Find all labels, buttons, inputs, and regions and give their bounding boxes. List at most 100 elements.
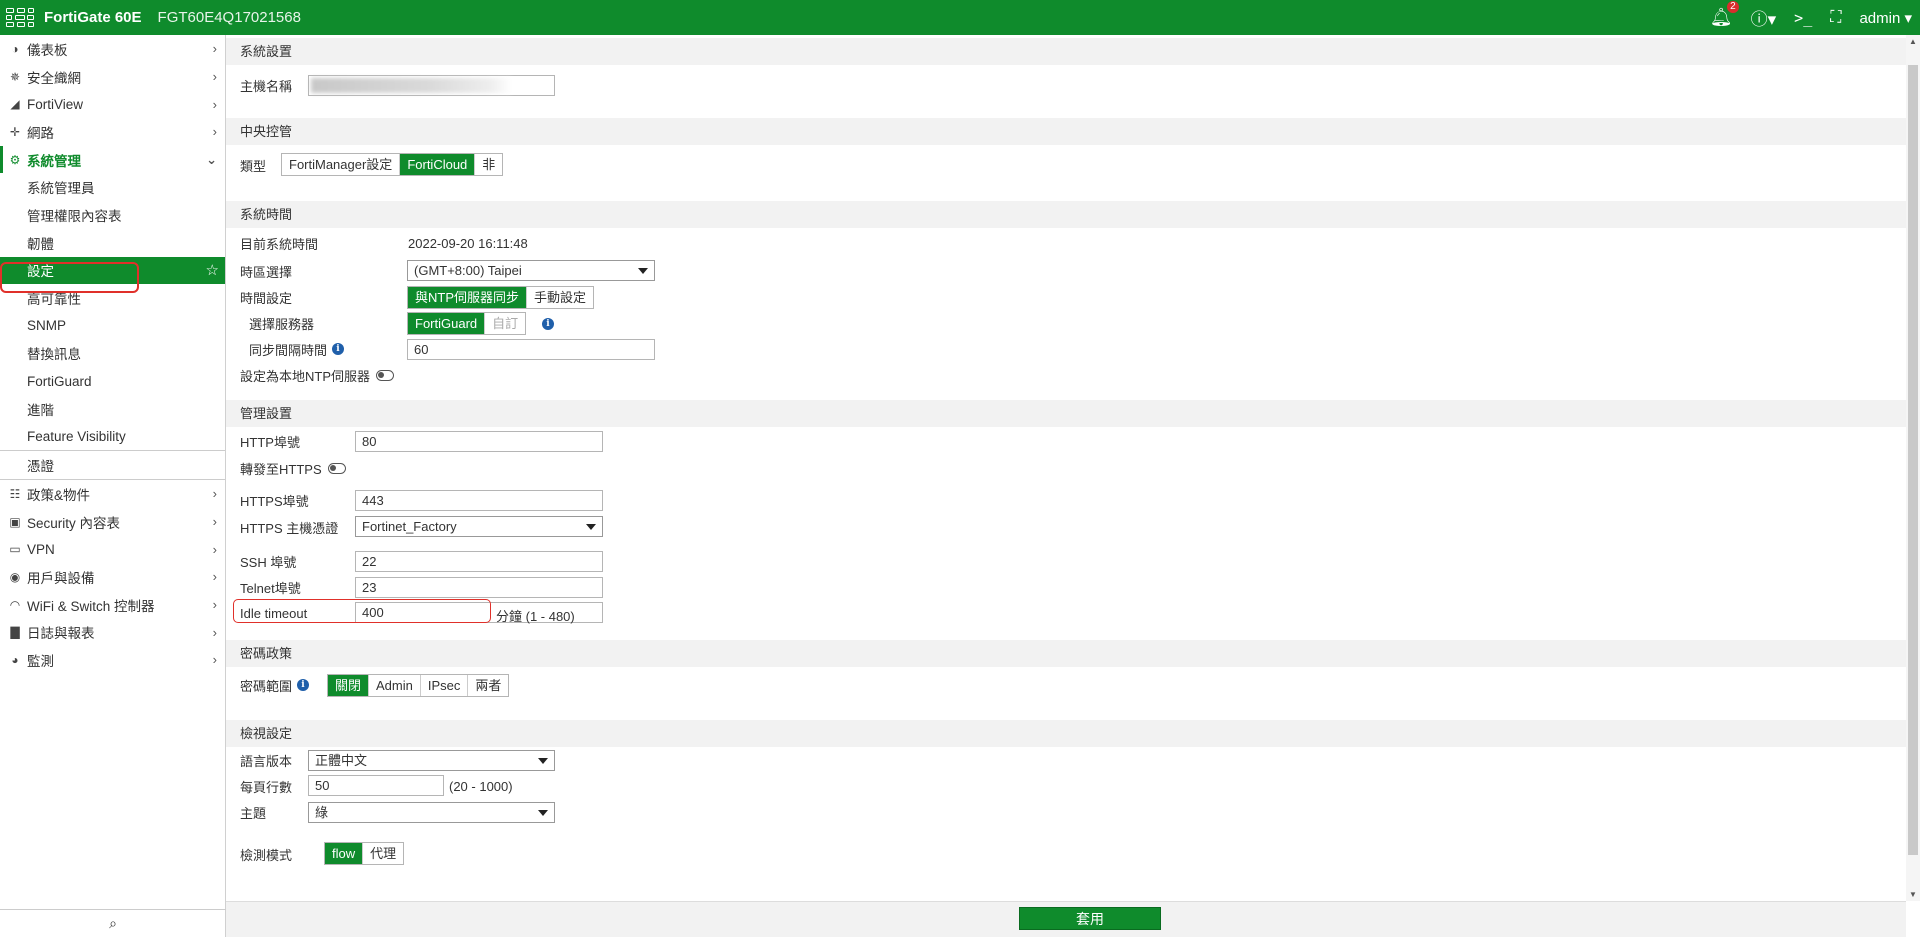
sidebar-item-log-report[interactable]: ▇ 日誌與報表 › (0, 618, 225, 646)
sync-interval-label: 同步間隔時間 (249, 342, 328, 358)
https-cert-label: HTTPS 主機憑證 (240, 520, 339, 536)
option-fortimanager[interactable]: FortiManager設定 (282, 154, 401, 175)
scroll-up-icon[interactable]: ▲ (1909, 37, 1917, 46)
local-ntp-toggle[interactable] (376, 369, 395, 381)
info-icon[interactable]: i (542, 318, 554, 330)
http-port-input[interactable]: 80 (355, 431, 603, 452)
scroll-down-icon[interactable]: ▼ (1909, 890, 1917, 899)
hostname-input[interactable] (308, 75, 555, 96)
password-scope-toggle: 關閉 Admin IPsec 兩者 (327, 674, 510, 697)
chevron-right-icon: › (212, 514, 217, 530)
help-icon[interactable]: ⓘ▾ (1751, 5, 1777, 30)
sidebar-sub-certificates[interactable]: 憑證 (0, 451, 225, 479)
sidebar-item-security-profiles[interactable]: ▣ Security 內容表 › (0, 508, 225, 536)
option-both[interactable]: 兩者 (468, 675, 509, 696)
sidebar-sub-fortiguard[interactable]: FortiGuard (0, 367, 225, 395)
telnet-port-value: 23 (362, 580, 377, 595)
bell-icon[interactable]: 🔔︎ 2 (1710, 1, 1739, 28)
sidebar-item-security-fabric[interactable]: ✵ 安全織網 › (0, 63, 225, 91)
dropdown-arrow-icon (538, 810, 548, 816)
telnet-port-input[interactable]: 23 (355, 577, 603, 598)
sidebar-item-dashboard[interactable]: ◑ 儀表板 › (0, 35, 225, 63)
sidebar-item-network[interactable]: ✛ 網路 › (0, 118, 225, 146)
fullscreen-icon[interactable]: ⛶ (1830, 9, 1841, 27)
sidebar-item-label: VPN (27, 541, 55, 557)
search-icon: ⌕ (109, 915, 117, 931)
user-menu[interactable]: admin ▾ (1859, 9, 1912, 27)
option-admin[interactable]: Admin (369, 675, 421, 696)
sync-interval-value: 60 (414, 342, 429, 357)
section-header: 系統設置 (226, 38, 1906, 65)
lock-icon: ▣ (9, 514, 21, 529)
sidebar-item-vpn[interactable]: ▭ VPN › (0, 535, 225, 563)
lines-per-page-value: 50 (315, 778, 330, 793)
info-icon[interactable]: i (332, 343, 345, 355)
network-icon: ✛ (9, 124, 21, 139)
sidebar-sub-firmware[interactable]: 韌體 (0, 229, 225, 257)
sidebar-item-wifi-switch[interactable]: ◠ WiFi & Switch 控制器 › (0, 591, 225, 619)
section-header: 中央控管 (226, 118, 1906, 145)
option-custom[interactable]: 自訂 (485, 313, 526, 334)
https-port-input[interactable]: 443 (355, 490, 603, 511)
option-fortiguard[interactable]: FortiGuard (408, 313, 486, 334)
sidebar-item-policy-objects[interactable]: ☷ 政策&物件 › (0, 480, 225, 508)
language-select[interactable]: 正體中文 (308, 750, 555, 771)
language-label: 語言版本 (240, 753, 293, 769)
apply-button[interactable]: 套用 (1019, 907, 1161, 930)
sidebar-item-user-device[interactable]: ◉ 用戶與設備 › (0, 563, 225, 591)
sidebar-item-fortiview[interactable]: ◢ FortiView › (0, 90, 225, 118)
sidebar-item-label: 系統管理 (27, 153, 81, 169)
device-serial: FGT60E4Q17021568 (157, 9, 301, 26)
cli-console-icon[interactable]: >_ (1794, 9, 1812, 27)
option-flow[interactable]: flow (325, 843, 364, 864)
option-ipsec[interactable]: IPsec (420, 675, 469, 696)
sidebar-sub-replacement-messages[interactable]: 替換訊息 (0, 340, 225, 368)
chevron-right-icon: › (212, 624, 217, 640)
option-proxy[interactable]: 代理 (363, 843, 404, 864)
chevron-right-icon: › (212, 569, 217, 585)
timezone-label: 時區選擇 (240, 264, 293, 280)
scrollbar-thumb[interactable] (1908, 65, 1918, 855)
sidebar-sub-snmp[interactable]: SNMP (0, 312, 225, 340)
chevron-right-icon: › (212, 41, 217, 57)
central-type-label: 類型 (240, 158, 267, 174)
https-cert-select[interactable]: Fortinet_Factory (355, 516, 603, 537)
sidebar-sub-feature-visibility[interactable]: Feature Visibility (0, 423, 225, 451)
ssh-port-label: SSH 埠號 (240, 554, 297, 570)
dropdown-arrow-icon (586, 524, 596, 530)
option-ntp-sync[interactable]: 與NTP伺服器同步 (408, 287, 528, 308)
sidebar-sub-label: 進階 (27, 402, 54, 418)
menu-search[interactable]: ⌕ (0, 909, 226, 937)
top-bar: FortiGate 60E FGT60E4Q17021568 🔔︎ 2 ⓘ▾ >_… (0, 0, 1920, 35)
sidebar-item-system[interactable]: ⚙ 系統管理 ⌄ (0, 145, 225, 174)
current-time-value: 2022-09-20 16:11:48 (408, 235, 528, 251)
sidebar-item-label: Security 內容表 (27, 515, 121, 531)
option-manual[interactable]: 手動設定 (527, 287, 594, 308)
sidebar-sub-advanced[interactable]: 進階 (0, 395, 225, 423)
vertical-scrollbar[interactable]: ▲ ▼ (1906, 35, 1920, 901)
timezone-select[interactable]: (GMT+8:00) Taipei (407, 260, 655, 281)
fortinet-logo-icon (6, 6, 36, 30)
section-header: 系統時間 (226, 201, 1906, 228)
http-port-label: HTTP埠號 (240, 434, 300, 450)
sidebar-sub-administrators[interactable]: 系統管理員 (0, 173, 225, 201)
ssh-port-value: 22 (362, 554, 377, 569)
theme-label: 主題 (240, 805, 267, 821)
chart-icon: ◢ (10, 97, 20, 112)
sidebar-sub-admin-profiles[interactable]: 管理權限內容表 (0, 201, 225, 229)
star-icon[interactable]: ☆ (206, 261, 219, 279)
https-cert-value: Fortinet_Factory (362, 519, 457, 534)
option-off[interactable]: 關閉 (328, 675, 370, 696)
lines-per-page-input[interactable]: 50 (308, 775, 444, 796)
theme-select[interactable]: 綠 (308, 802, 555, 823)
sync-interval-input[interactable]: 60 (407, 339, 655, 360)
option-none[interactable]: 非 (475, 154, 503, 175)
option-forticloud[interactable]: FortiCloud (400, 154, 476, 175)
sidebar-item-monitor[interactable]: ◕ 監測 › (0, 646, 225, 674)
policy-icon: ☷ (9, 486, 21, 501)
chevron-right-icon: › (212, 486, 217, 502)
redirect-https-toggle[interactable] (327, 462, 346, 474)
ssh-port-input[interactable]: 22 (355, 551, 603, 572)
info-icon[interactable]: i (297, 679, 310, 691)
sidebar-sub-label: SNMP (27, 318, 67, 334)
